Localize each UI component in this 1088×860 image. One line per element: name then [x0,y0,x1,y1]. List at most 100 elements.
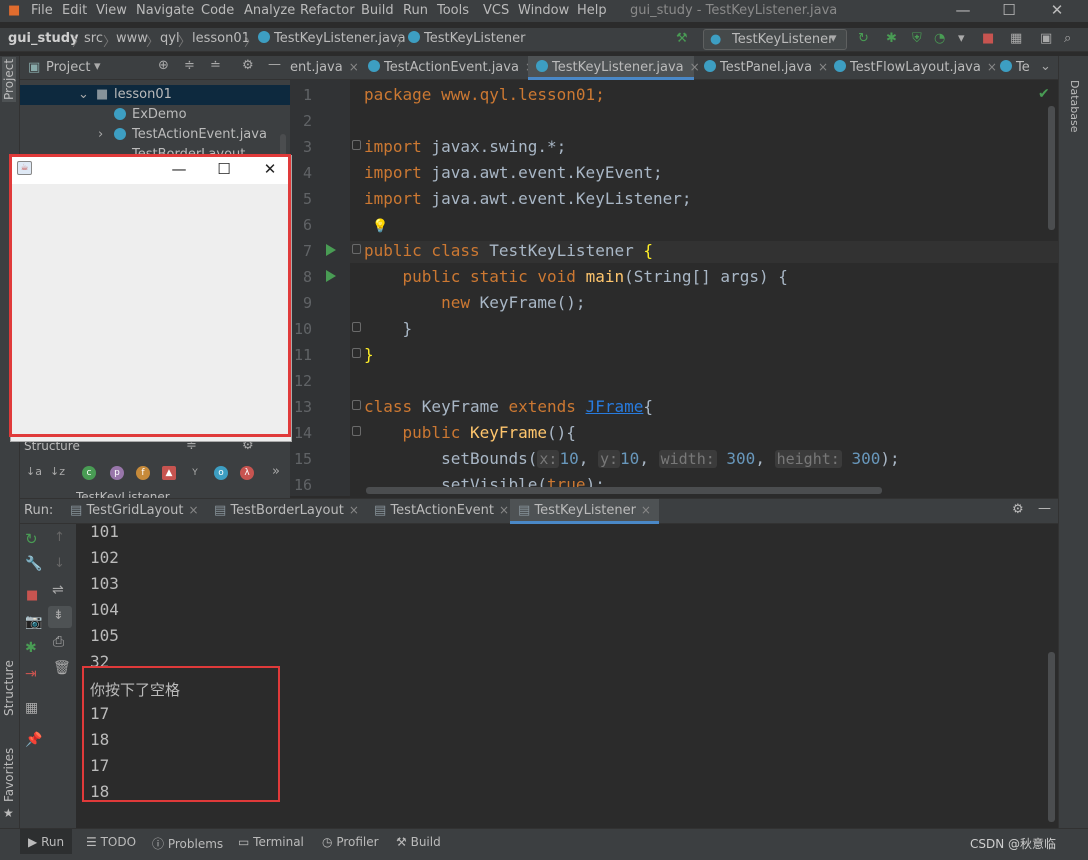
breadcrumb-qyl[interactable]: qyl [160,31,180,46]
run-class-icon[interactable] [326,244,336,256]
menu-build[interactable]: Build [361,3,394,18]
stop-icon[interactable]: ■ [26,588,38,603]
pin-icon[interactable]: 📌 [25,732,42,748]
menu-edit[interactable]: Edit [62,3,87,18]
menu-view[interactable]: View [96,3,127,18]
close-tab-icon[interactable]: × [189,503,199,517]
terminal-tool-button[interactable]: ▭ Terminal [238,835,304,849]
fold-icon[interactable] [352,348,361,358]
todo-tool-button[interactable]: ☰ TODO [86,835,136,849]
hierarchy-icon[interactable]: Y [188,466,202,480]
menu-window[interactable]: Window [518,3,569,18]
close-tab-icon[interactable]: × [818,60,828,74]
profile-icon[interactable]: ◔ [934,31,945,46]
exit-icon[interactable]: ⇥ [25,666,37,682]
hide-icon[interactable]: — [1038,501,1051,516]
layout-icon[interactable]: ▣ [1040,31,1052,46]
close-tab-icon[interactable]: × [987,60,997,74]
run-tool-button[interactable]: ▶ Run [20,829,73,855]
expand-all-icon[interactable]: ≑ [184,58,195,73]
more-icon[interactable]: » [272,464,280,479]
coverage-icon[interactable]: ⛨ [912,31,922,46]
rerun-icon[interactable]: ↻ [858,31,869,46]
menu-refactor[interactable]: Refactor [300,3,355,18]
scroll-to-end-button[interactable]: ⇟ [48,606,72,628]
editor-horizontal-scrollbar[interactable] [366,487,882,494]
menu-navigate[interactable]: Navigate [136,3,194,18]
run-config-select[interactable]: ● TestKeyListener ▾ [703,29,847,50]
close-tab-icon[interactable]: × [499,503,509,517]
profiler-tool-button[interactable]: ◷ Profiler [322,835,379,849]
print-icon[interactable]: ⎙ [53,634,64,650]
anonymous-icon[interactable]: o [214,466,228,480]
tab-testkeylistener[interactable]: TestKeyListener.java × [528,56,700,80]
camera-icon[interactable]: 📷 [25,614,42,630]
gear-icon[interactable]: ⚙ [1012,502,1024,517]
debug-icon[interactable]: ✱ [25,640,37,656]
menu-tools[interactable]: Tools [437,3,469,18]
collapse-all-icon[interactable]: ≐ [210,58,221,73]
tree-item-testactionevent[interactable]: › TestActionEvent.java [20,125,290,145]
rerun-icon[interactable]: ↻ [25,530,38,548]
breadcrumb-src[interactable]: src [84,31,103,46]
run-tab-testkeylistener[interactable]: ▤ TestKeyListener × [510,499,659,524]
breadcrumb-lesson01[interactable]: lesson01 [192,31,250,46]
code-editor[interactable]: 1 2 3 4 5 6 7 8 9 10 11 12 13 14 15 16 💡… [290,80,1058,496]
wrench-icon[interactable]: 🔧 [25,556,42,572]
gear-icon[interactable]: ⚙ [242,58,254,73]
close-tab-icon[interactable]: × [349,503,359,517]
tree-item-lesson01[interactable]: ⌄ ■ lesson01 [20,85,290,105]
field-filter-icon[interactable]: f [136,466,150,480]
tab-testactionevent[interactable]: TestActionEvent.java× [368,56,535,80]
trash-icon[interactable]: 🗑 [53,660,71,676]
run-tab-testborderlayout[interactable]: ▤ TestBorderLayout × [214,503,359,518]
hammer-icon[interactable]: ⚒ [676,31,688,46]
database-tool-tab[interactable]: Database [1068,80,1081,133]
menu-vcs[interactable]: VCS [483,3,509,18]
chevron-down-icon[interactable]: ▾ [958,31,965,46]
menu-file[interactable]: File [31,3,53,18]
debug-icon[interactable]: ✱ [886,31,897,46]
tab-te[interactable]: Te [1000,56,1030,80]
swing-keyframe-window[interactable]: ☕ — ☐ ✕ [9,154,292,442]
close-tab-icon[interactable]: × [690,60,700,74]
editor-vertical-scrollbar[interactable] [1048,106,1055,230]
project-structure-icon[interactable]: ▦ [1010,31,1022,46]
tab-event-java[interactable]: ent.java × [290,56,359,80]
project-panel-title[interactable]: Project [46,60,90,75]
run-tab-testgridlayout[interactable]: ▤ TestGridLayout × [70,503,199,518]
breadcrumb-www[interactable]: www [116,31,148,46]
tab-testflowlayout[interactable]: TestFlowLayout.java × [834,56,997,80]
hide-icon[interactable]: — [268,57,281,72]
run-tab-testactionevent[interactable]: ▤ TestActionEvent × [374,503,509,518]
run-main-icon[interactable] [326,270,336,282]
close-icon[interactable]: ✕ [1034,1,1080,19]
project-tool-tab[interactable]: Project [2,56,16,102]
arrow-down-icon[interactable]: ↓ [54,556,65,571]
fold-icon[interactable] [352,322,361,332]
target-icon[interactable]: ⊕ [158,58,169,73]
fold-icon[interactable] [352,244,361,254]
sort-alpha-icon[interactable]: ↓a [26,465,42,478]
close-tab-icon[interactable]: × [641,503,651,517]
close-tab-icon[interactable]: × [349,60,359,74]
tab-testpanel[interactable]: TestPanel.java × [704,56,828,80]
menu-help[interactable]: Help [577,3,607,18]
menu-run[interactable]: Run [403,3,428,18]
structure-item[interactable]: TestKeyListener [76,490,170,498]
property-filter-icon[interactable]: p [110,466,124,480]
lambda-icon[interactable]: λ [240,466,254,480]
breadcrumb-project[interactable]: gui_study [8,31,79,46]
class-filter-icon[interactable]: c [82,466,96,480]
sort-visibility-icon[interactable]: ↓z [50,465,65,478]
minimize-icon[interactable]: — [940,1,986,19]
arrow-up-icon[interactable]: ↑ [54,530,65,545]
stop-icon[interactable]: ■ [982,31,994,46]
menu-analyze[interactable]: Analyze [244,3,295,18]
breadcrumb-file[interactable]: TestKeyListener.java [258,31,406,46]
structure-tool-tab[interactable]: Structure [2,660,16,716]
soft-wrap-icon[interactable]: ⇌ [52,582,64,598]
lightbulb-icon[interactable]: 💡 [372,219,388,234]
breadcrumb-class[interactable]: TestKeyListener [408,31,525,46]
tree-item-exdemo[interactable]: ExDemo [20,105,290,125]
